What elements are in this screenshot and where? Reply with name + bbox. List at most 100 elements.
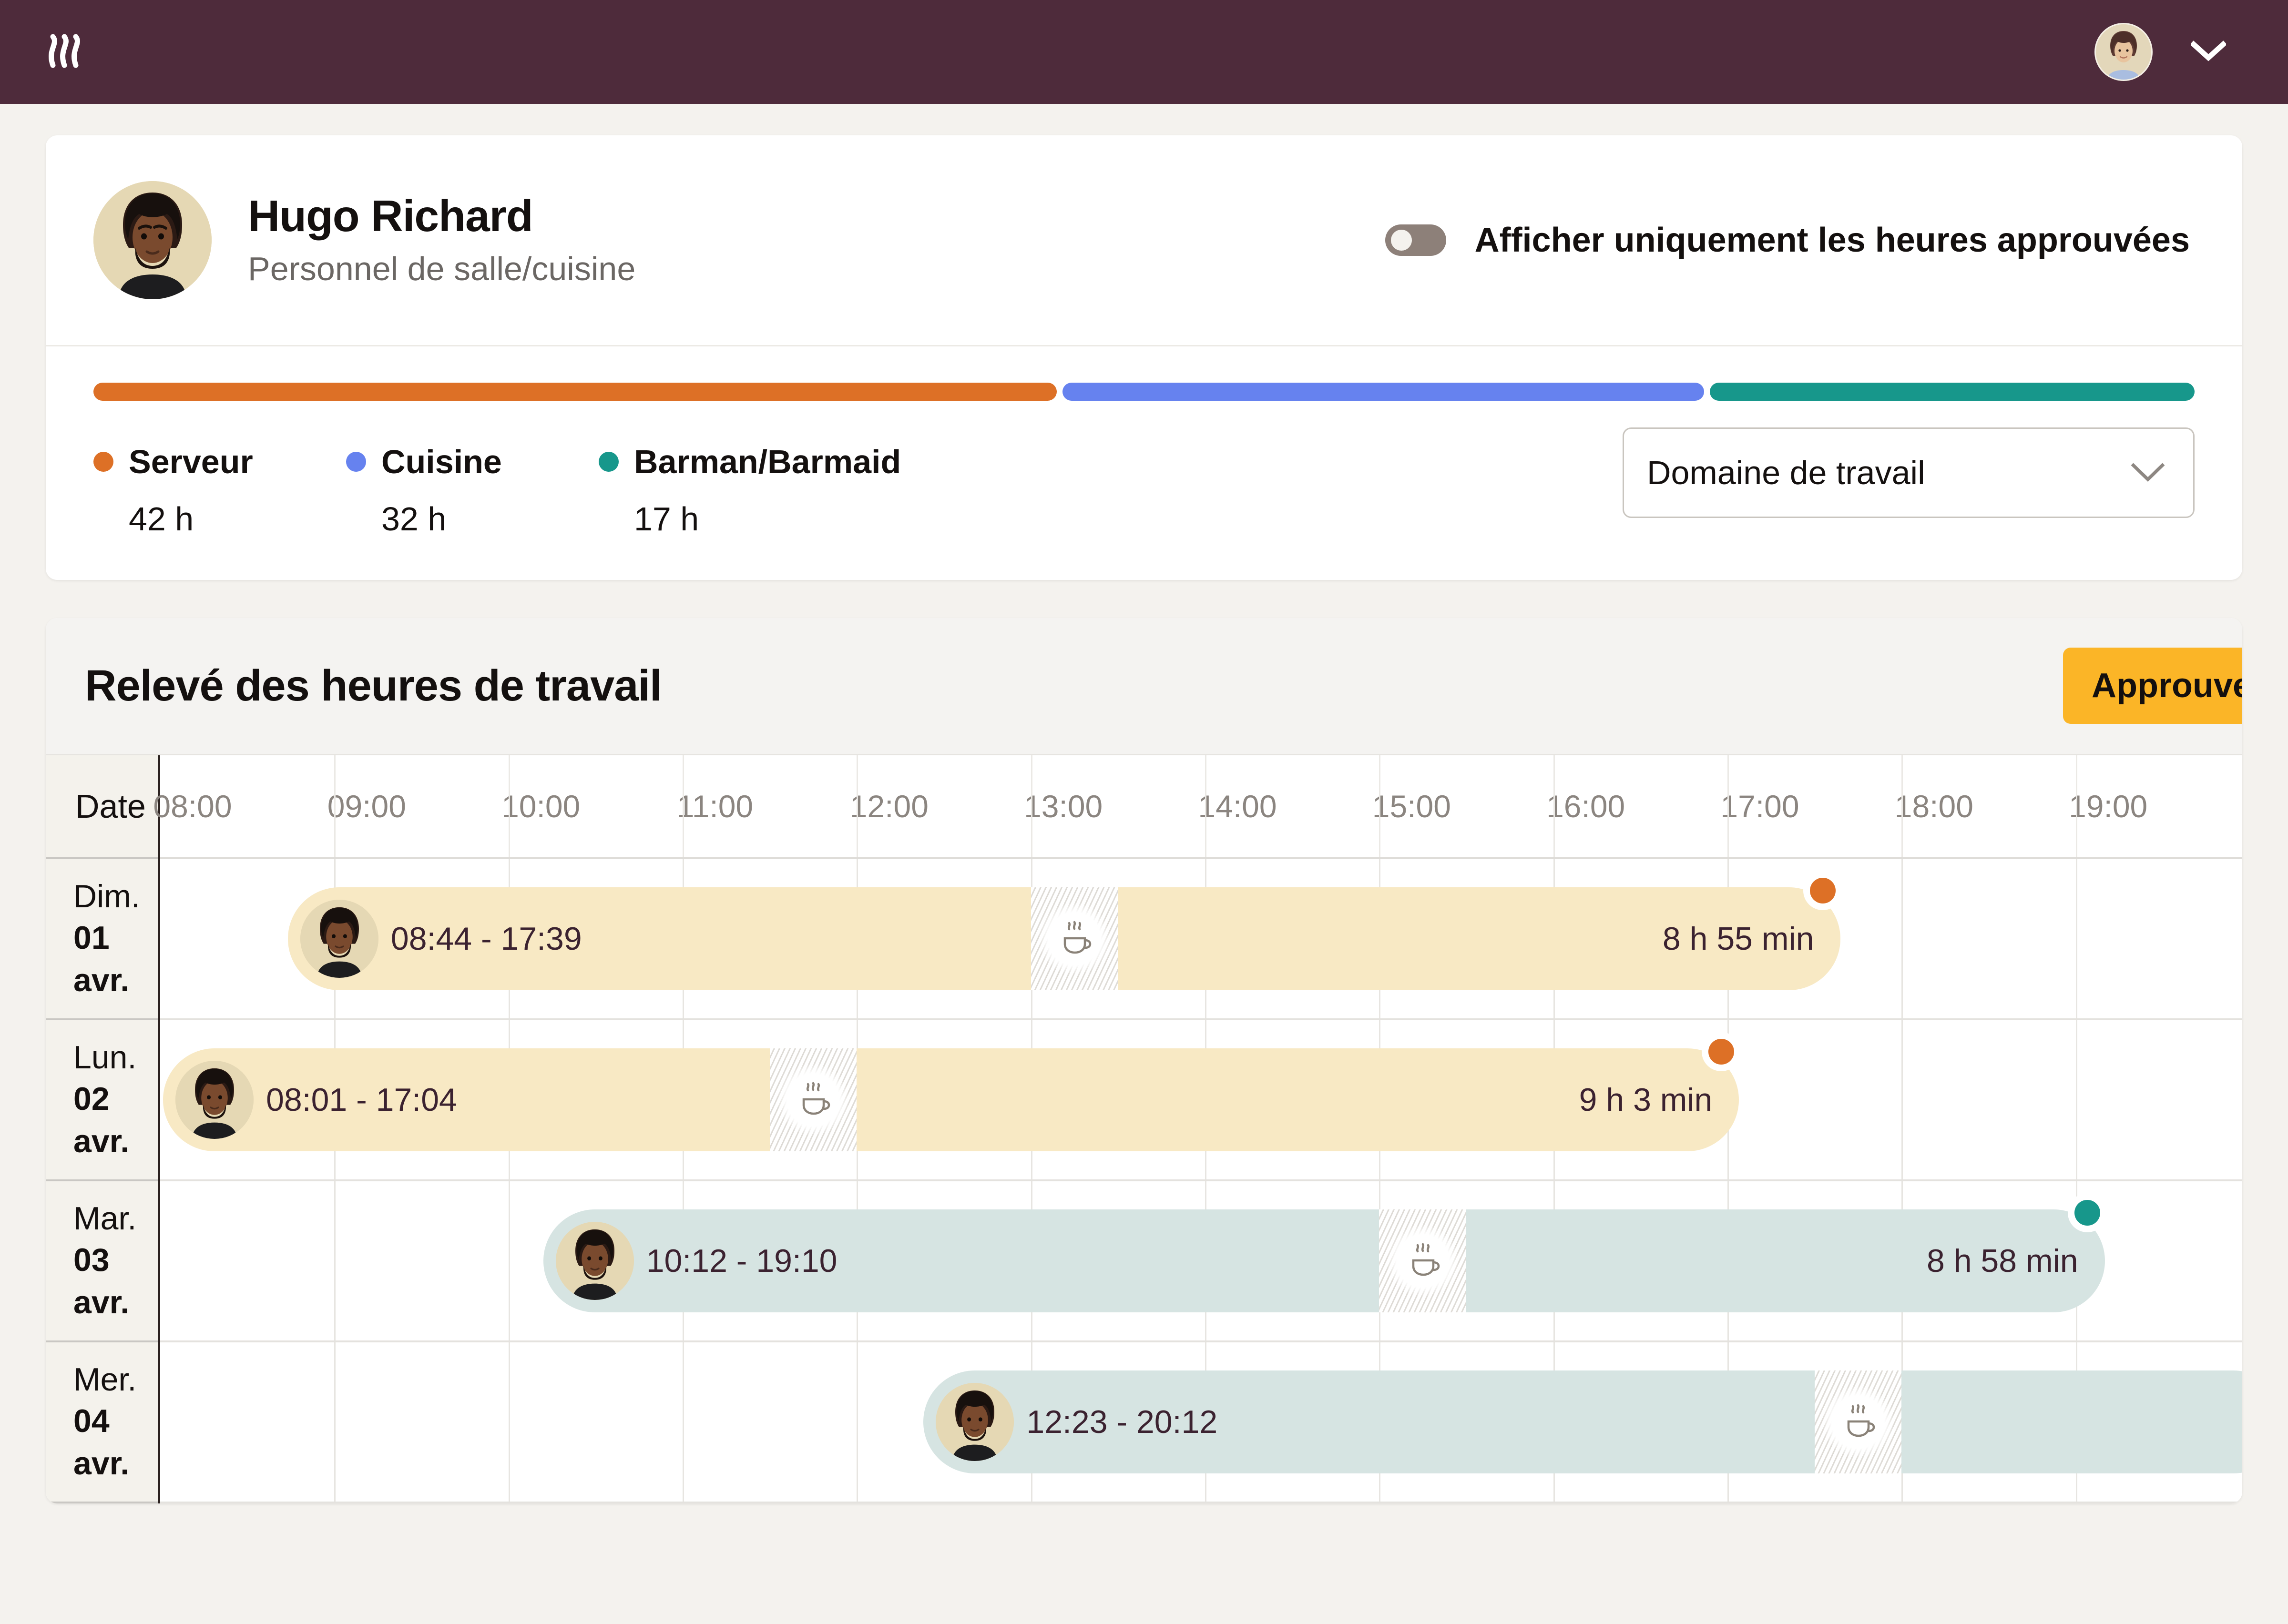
time-axis-label: 19:00	[2069, 789, 2148, 824]
shift-bar[interactable]: 08:01 - 17:04 9 h 3 min	[163, 1039, 1739, 1151]
chevron-down-icon	[2129, 461, 2166, 485]
date-day: 01 avr.	[73, 920, 130, 998]
date-weekday: Lun.	[73, 1039, 137, 1076]
table-row: 08:44 - 17:39 8 h 55 min	[160, 859, 2242, 1020]
date-day: 04 avr.	[73, 1403, 130, 1482]
break-halo	[1822, 1386, 1894, 1458]
coffee-cup-icon	[1063, 921, 1092, 954]
coffee-cup-icon	[1412, 1243, 1440, 1276]
legend-item: Cuisine 32 h	[346, 443, 599, 538]
avatar[interactable]	[2094, 23, 2153, 81]
shift-bar-fill: 10:12 - 19:10 8 h 58 min	[543, 1209, 2105, 1312]
shift-bar-fill: 12:23 - 20:12	[923, 1370, 2242, 1473]
break-block[interactable]	[1814, 1370, 1902, 1473]
date-weekday: Mer.	[73, 1361, 137, 1398]
shift-time-range: 08:01 - 17:04	[266, 1082, 457, 1118]
date-cell: Mar. 03 avr.	[46, 1181, 158, 1342]
page-title: Hugo Richard	[248, 191, 533, 241]
timesheet-title: Relevé des heures de travail	[85, 661, 662, 710]
toggle-knob	[1390, 230, 1412, 251]
date-cell: Lun. 02 avr.	[46, 1020, 158, 1181]
grid-line	[1031, 755, 1032, 857]
break-block[interactable]	[1031, 887, 1118, 990]
legend-hours: 32 h	[381, 500, 447, 538]
break-block[interactable]	[1379, 1209, 1466, 1312]
shift-bar[interactable]: 12:23 - 20:12	[923, 1370, 2242, 1473]
shift-avatar	[936, 1383, 1014, 1461]
legend-hours: 42 h	[129, 500, 194, 538]
coffee-cup-icon	[1847, 1404, 1875, 1437]
shift-bar[interactable]: 08:44 - 17:39 8 h 55 min	[287, 878, 1841, 990]
time-axis-label: 09:00	[327, 789, 406, 824]
hours-bar-segment-1	[93, 383, 1057, 401]
approved-hours-toggle[interactable]	[1385, 224, 1446, 256]
hours-bar-segment-3	[1709, 383, 2195, 401]
time-axis-label: 15:00	[1372, 789, 1451, 824]
legend-label: Barman/Barmaid	[634, 443, 901, 480]
profile-header: Hugo Richard Personnel de salle/cuisine …	[46, 135, 2242, 346]
shift-avatar	[555, 1222, 634, 1300]
legend-dot	[346, 452, 366, 472]
grid-line	[2075, 755, 2077, 857]
grid-line	[683, 1342, 684, 1502]
grid-line	[334, 755, 336, 857]
hours-bar-segment-2	[1062, 383, 1704, 401]
date-column-header: Date	[46, 755, 158, 859]
table-row: 12:23 - 20:12	[160, 1342, 2242, 1503]
grid-line	[1205, 755, 1206, 857]
date-weekday: Mar.	[73, 1200, 137, 1237]
shift-bar[interactable]: 10:12 - 19:10 8 h 58 min	[543, 1200, 2105, 1312]
legend-item: Barman/Barmaid 17 h	[599, 443, 901, 538]
grid-line	[2075, 1020, 2077, 1179]
approve-all-button[interactable]: Approuver tout	[2063, 648, 2242, 724]
time-axis-label: 17:00	[1720, 789, 1799, 824]
status-badge	[2074, 1200, 2100, 1226]
shift-bar-fill: 08:44 - 17:39 8 h 55 min	[287, 887, 1841, 990]
shift-time-range: 10:12 - 19:10	[646, 1243, 838, 1279]
time-axis-label: 08:00	[153, 789, 232, 824]
status-badge	[1810, 878, 1836, 903]
grid-line	[857, 1342, 858, 1502]
timesheet-card: Relevé des heures de travail Approuver t…	[46, 618, 2242, 1503]
time-axis-label: 13:00	[1024, 789, 1103, 824]
chevron-down-icon[interactable]	[2190, 40, 2227, 64]
hours-breakdown: Serveur 42 h Cuisine 32 h Barman/Barmaid 17 h…	[46, 346, 2242, 580]
toggle-label: Afficher uniquement les heures approuvée…	[1474, 221, 2190, 259]
time-axis-label: 14:00	[1198, 789, 1277, 824]
coffee-cup-icon	[802, 1082, 830, 1115]
timesheet-header: Relevé des heures de travail Approuver t…	[46, 618, 2242, 754]
grid-line	[1553, 755, 1555, 857]
grid-line	[334, 1342, 336, 1502]
employee-summary-card: Hugo Richard Personnel de salle/cuisine …	[46, 135, 2242, 580]
grid-line	[1901, 1020, 1903, 1179]
break-halo	[777, 1064, 849, 1136]
break-block[interactable]	[769, 1048, 857, 1151]
date-day: 02 avr.	[73, 1081, 130, 1159]
user-menu[interactable]	[2094, 23, 2227, 81]
work-area-select[interactable]: Domaine de travail	[1623, 427, 2195, 518]
top-bar	[0, 0, 2288, 104]
shift-bar-fill: 08:01 - 17:04 9 h 3 min	[163, 1048, 1739, 1151]
shift-avatar	[300, 900, 378, 978]
work-area-select-value: Domaine de travail	[1647, 454, 1925, 491]
status-badge	[1708, 1039, 1735, 1065]
shift-time-range: 12:23 - 20:12	[1026, 1404, 1218, 1440]
grid-line	[508, 1181, 510, 1340]
date-cell: Mer. 04 avr.	[46, 1342, 158, 1503]
grid-line	[2075, 859, 2077, 1018]
grid-line	[1727, 755, 1729, 857]
hours-progress-bar	[93, 383, 2195, 401]
shift-rows: 08:44 - 17:39 8 h 55 min 08:01 - 17:04 9 h …	[160, 859, 2242, 1503]
shift-duration: 8 h 58 min	[1927, 1243, 2078, 1279]
page-content: Hugo Richard Personnel de salle/cuisine …	[0, 104, 2288, 1503]
approved-hours-toggle-group[interactable]: Afficher uniquement les heures approuvée…	[1385, 221, 2190, 260]
shift-duration: 8 h 55 min	[1662, 921, 1814, 957]
date-weekday: Dim.	[73, 878, 140, 915]
wave-logo-icon[interactable]	[45, 28, 91, 76]
shift-time-range: 08:44 - 17:39	[390, 921, 582, 957]
grid-line	[857, 755, 858, 857]
time-axis-label: 16:00	[1546, 789, 1625, 824]
time-axis-label: 10:00	[501, 789, 581, 824]
legend-item: Serveur 42 h	[93, 443, 346, 538]
shift-avatar	[175, 1061, 254, 1139]
